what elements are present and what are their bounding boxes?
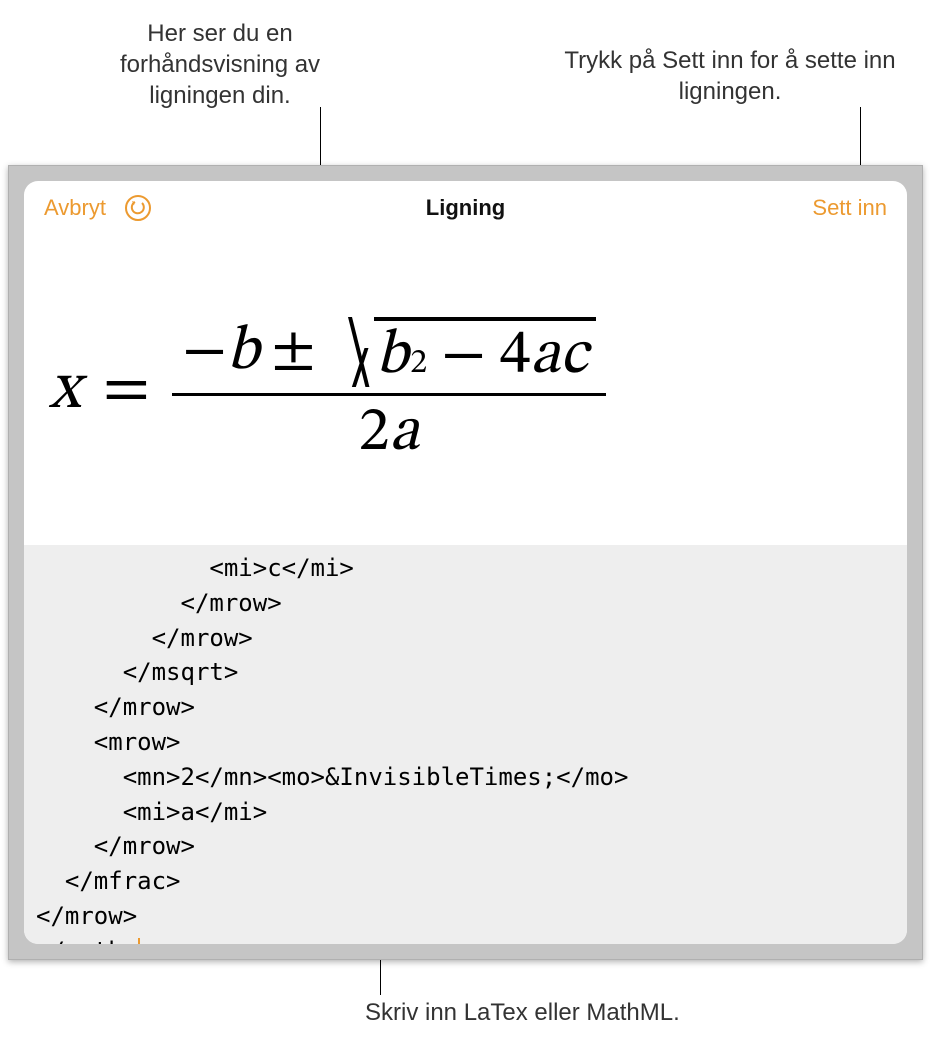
callout-input: Skriv inn LaTex eller MathML. [365,997,765,1028]
callout-insert: Trykk på Sett inn for å sette inn lignin… [555,45,905,107]
callout-preview: Her ser du en forhåndsvisning av ligning… [85,18,355,112]
toolbar: Avbryt Ligning Sett inn [24,181,907,235]
equation-dialog: Avbryt Ligning Sett inn x = −b [24,181,907,944]
cancel-button[interactable]: Avbryt [44,195,106,221]
equation-source-input[interactable]: <mi>c</mi> </mrow> </mrow> </msqrt> </mr… [24,545,907,944]
dialog-frame: Avbryt Ligning Sett inn x = −b [8,165,923,960]
equation-preview: x = −b ± b2 − 4ac [24,235,907,545]
undo-icon[interactable] [124,194,152,222]
insert-button[interactable]: Sett inn [812,195,887,221]
dialog-title: Ligning [24,195,907,221]
callout-line [860,107,861,167]
